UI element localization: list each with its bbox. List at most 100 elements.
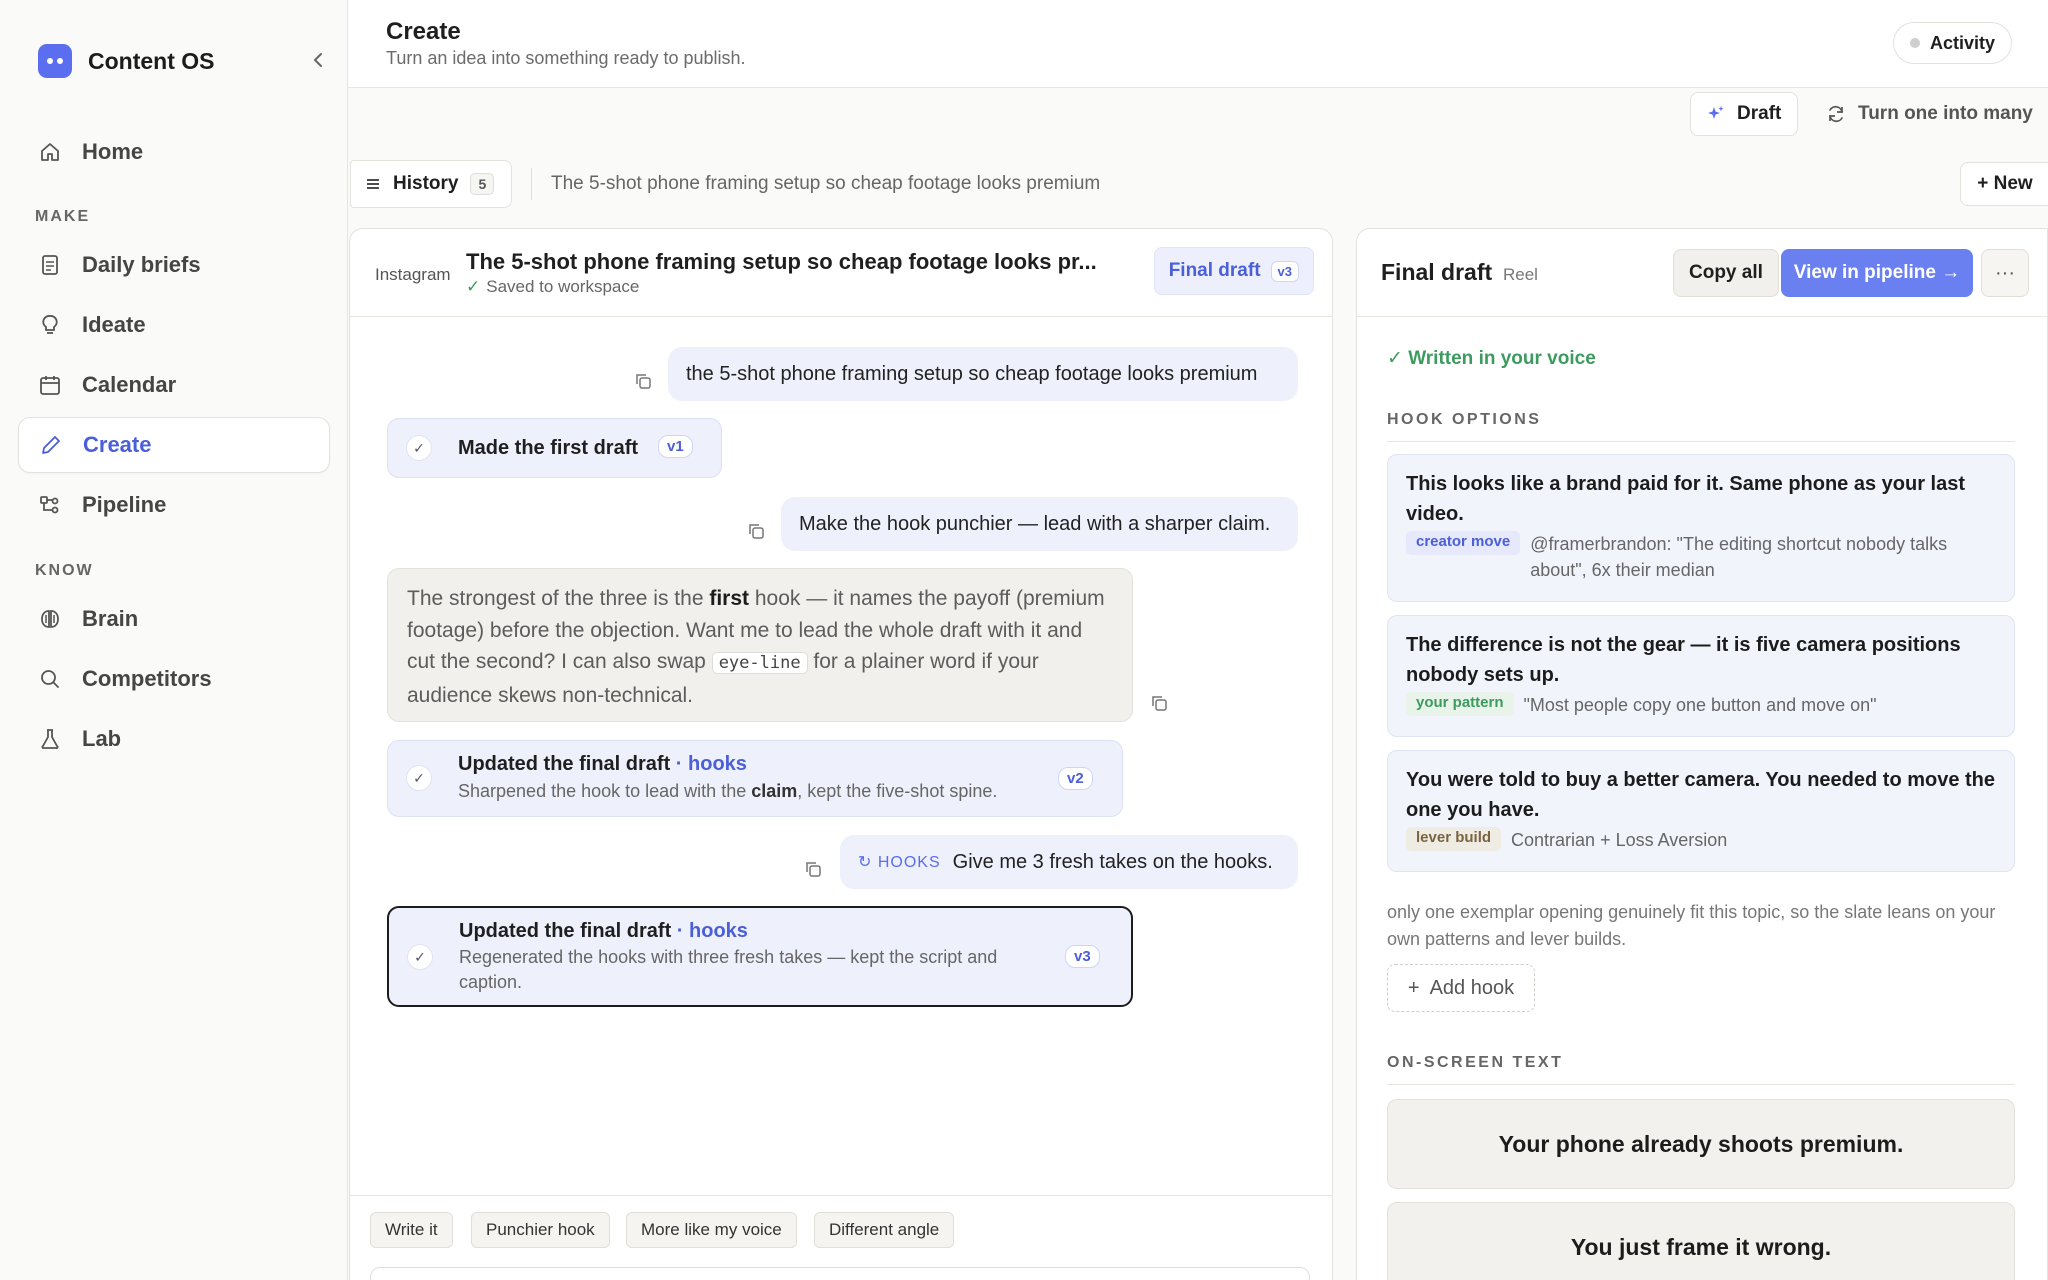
- step-description: Sharpened the hook to lead with the clai…: [458, 779, 997, 804]
- sidebar-item-create[interactable]: Create: [18, 417, 330, 473]
- sidebar-item-brain[interactable]: Brain: [18, 591, 330, 647]
- sidebar-item-label: Lab: [82, 726, 122, 751]
- add-hook-button[interactable]: + Add hook: [1387, 964, 1535, 1012]
- pipeline-icon: [40, 496, 59, 514]
- hook-meta: lever build Contrarian + Loss Aversion: [1406, 827, 1996, 853]
- on-screen-text-card[interactable]: You just frame it wrong.: [1387, 1202, 2015, 1280]
- turn-one-into-many-button[interactable]: Turn one into many: [1822, 92, 2037, 136]
- divider: [1387, 441, 2015, 442]
- hook-option[interactable]: This looks like a brand paid for it. Sam…: [1387, 454, 2015, 602]
- lightbulb-icon: [42, 315, 58, 334]
- divider: [1387, 1084, 2015, 1085]
- history-button[interactable]: History 5: [350, 160, 512, 208]
- pencil-icon: [42, 436, 60, 454]
- user-message: ↻ HOOKS Give me 3 fresh takes on the hoo…: [840, 835, 1298, 889]
- hook-source: Contrarian + Loss Aversion: [1511, 830, 1728, 850]
- check-icon: ✓: [407, 944, 433, 970]
- turn-label: Turn one into many: [1858, 103, 2033, 124]
- chat-title: The 5-shot phone framing setup so cheap …: [466, 249, 1097, 274]
- hooks-note: only one exemplar opening genuinely fit …: [1387, 902, 1996, 949]
- flask-icon: [41, 729, 59, 749]
- hook-tag: creator move: [1406, 531, 1521, 555]
- draft-button[interactable]: Draft: [1690, 92, 1799, 136]
- activity-button[interactable]: Activity: [1892, 22, 2012, 64]
- hook-meta: creator move @framerbrandon: "The editin…: [1406, 531, 1996, 583]
- hook-tag: lever build: [1406, 827, 1502, 851]
- new-button[interactable]: + New: [1960, 162, 2048, 206]
- step-card[interactable]: ✓ Made the first draft v1: [387, 418, 722, 478]
- copy-icon[interactable]: [747, 522, 765, 540]
- copy-icon[interactable]: [1150, 694, 1168, 712]
- sidebar-item-label: Pipeline: [82, 492, 167, 517]
- brand[interactable]: Content OS: [38, 44, 215, 78]
- nav-section-make: MAKE: [35, 208, 91, 225]
- hooks-tag: ↻ HOOKS: [858, 854, 941, 871]
- step-desc-text: Sharpened the hook to lead with the: [458, 781, 752, 801]
- hook-text: This looks like a brand paid for it. Sam…: [1406, 473, 1966, 525]
- copy-all-button[interactable]: Copy all: [1673, 249, 1779, 297]
- version-badge: v3: [1270, 260, 1299, 282]
- draft-label: Draft: [1737, 103, 1782, 124]
- copy-icon[interactable]: [634, 372, 652, 390]
- collapse-sidebar-icon[interactable]: [308, 50, 328, 70]
- assistant-bold: first: [709, 587, 750, 610]
- chip-different-angle[interactable]: Different angle: [814, 1212, 955, 1248]
- sidebar-item-lab[interactable]: Lab: [18, 711, 330, 767]
- check-icon: ✓: [466, 277, 481, 296]
- message-composer[interactable]: [370, 1267, 1310, 1280]
- step-desc-bold: claim: [751, 781, 798, 801]
- final-draft-tag[interactable]: Final draft v3: [1153, 247, 1314, 295]
- hook-source: @framerbrandon: "The editing shortcut no…: [1530, 534, 1948, 580]
- history-label: History: [393, 173, 459, 194]
- page-header: Create Turn an idea into something ready…: [348, 0, 2048, 88]
- chip-write-it[interactable]: Write it: [370, 1212, 453, 1248]
- sidebar-item-calendar[interactable]: Calendar: [18, 357, 330, 413]
- sidebar-item-label: Ideate: [82, 312, 146, 337]
- sidebar-item-competitors[interactable]: Competitors: [18, 651, 330, 707]
- check-icon: ✓: [406, 765, 432, 791]
- chat-panel: Instagram The 5-shot phone framing setup…: [349, 228, 1333, 1280]
- sidebar-item-pipeline[interactable]: Pipeline: [18, 477, 330, 533]
- sidebar-item-daily-briefs[interactable]: Daily briefs: [18, 237, 330, 293]
- sidebar-item-ideate[interactable]: Ideate: [18, 297, 330, 353]
- app-logo: [38, 44, 72, 78]
- on-screen-text-card[interactable]: Your phone already shoots premium.: [1387, 1099, 2015, 1189]
- chip-more-like-my-voice[interactable]: More like my voice: [626, 1212, 797, 1248]
- copy-icon[interactable]: [804, 860, 822, 878]
- hook-meta: your pattern "Most people copy one butto…: [1406, 692, 1996, 718]
- assistant-text: The strongest of the three is the: [407, 587, 710, 610]
- search-icon: [41, 670, 59, 688]
- section-heading: ON-SCREEN TEXT: [1387, 1054, 1564, 1071]
- view-in-pipeline-button[interactable]: View in pipeline →: [1781, 249, 1973, 297]
- user-message-text: Give me 3 fresh takes on the hooks.: [952, 850, 1273, 873]
- step-keyword: · hooks: [676, 920, 748, 942]
- status-dot-icon: [1909, 38, 1920, 48]
- saved-label: Saved to workspace: [486, 277, 640, 296]
- sidebar-item-home[interactable]: Home: [18, 124, 330, 180]
- sidebar-item-label: Calendar: [82, 372, 177, 397]
- step-title: Updated the final draft · hooks: [459, 920, 748, 943]
- hook-option[interactable]: You were told to buy a better camera. Yo…: [1387, 750, 2015, 872]
- sidebar: Content OS Home MAKE Daily briefs Ideate…: [0, 0, 348, 1280]
- hook-option[interactable]: The difference is not the gear — it is f…: [1387, 615, 2015, 737]
- step-keyword: · hooks: [675, 753, 747, 775]
- assistant-message: The strongest of the three is the first …: [387, 568, 1133, 722]
- plus-icon: +: [1407, 976, 1420, 999]
- step-description: Regenerated the hooks with three fresh t…: [459, 947, 998, 992]
- platform-label: Instagram: [375, 265, 451, 284]
- step-card-selected[interactable]: ✓ Updated the final draft · hooks Regene…: [387, 906, 1133, 1007]
- hooks-tag-label: HOOKS: [877, 854, 941, 871]
- user-message: Make the hook punchier — lead with a sha…: [781, 497, 1298, 551]
- list-icon: [367, 179, 379, 189]
- step-card[interactable]: ✓ Updated the final draft · hooks Sharpe…: [387, 740, 1123, 817]
- chip-punchier-hook[interactable]: Punchier hook: [471, 1212, 610, 1248]
- home-icon: [41, 143, 59, 161]
- step-desc-text: , kept the five-shot spine.: [797, 781, 998, 801]
- hook-source: "Most people copy one button and move on…: [1523, 695, 1877, 715]
- panel-title: Final draft: [1381, 259, 1493, 285]
- hook-text: You were told to buy a better camera. Yo…: [1406, 769, 1996, 821]
- chat-header: Instagram The 5-shot phone framing setup…: [350, 229, 1332, 317]
- more-options-button[interactable]: ···: [1981, 249, 2029, 297]
- inline-code: eye-line: [711, 652, 808, 674]
- brain-icon: [41, 610, 59, 628]
